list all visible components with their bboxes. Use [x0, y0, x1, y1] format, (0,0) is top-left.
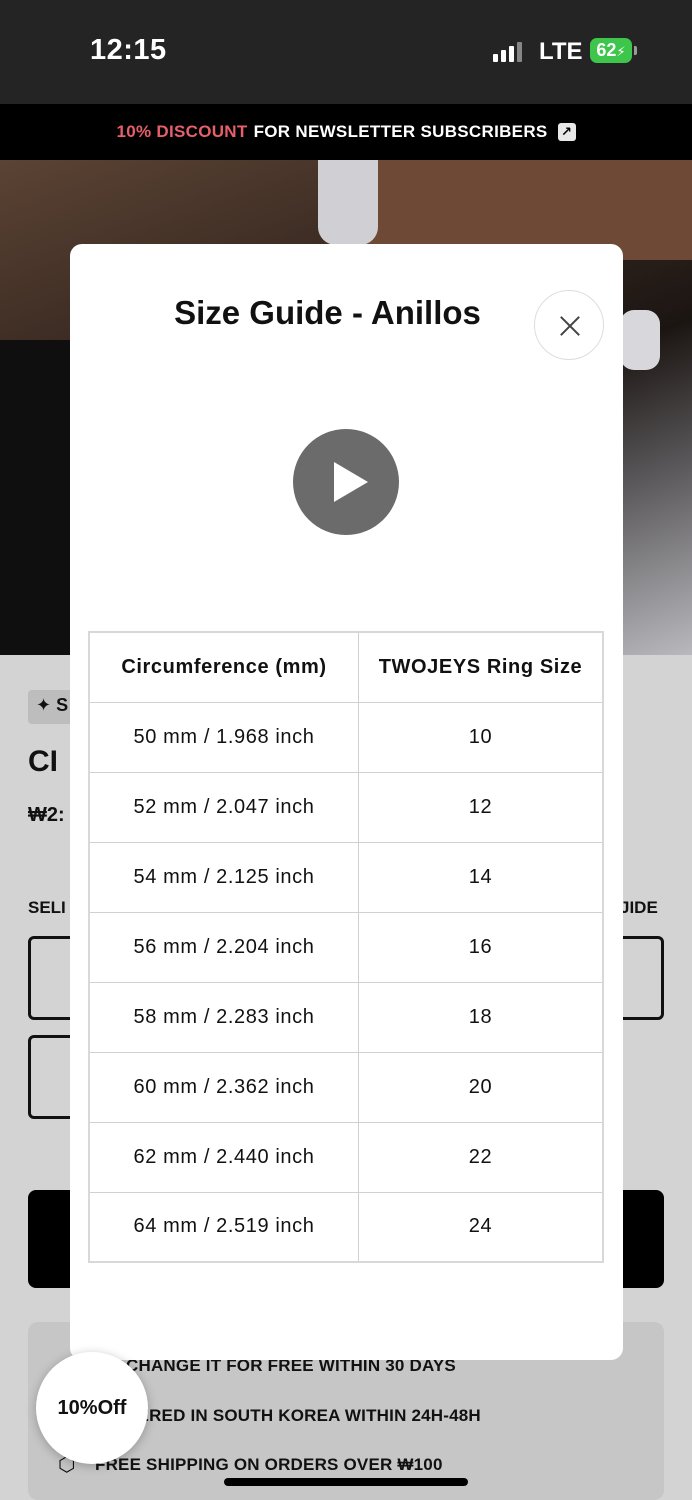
size-guide-modal: Size Guide - Anillos Circumference (mm) …	[70, 244, 623, 1360]
table-row: 56 mm / 2.204 inch 16	[88, 911, 604, 983]
cell-circumference: 54 mm / 2.125 inch	[88, 841, 359, 913]
product-image-ring-secondary	[620, 310, 660, 370]
cell-circumference: 50 mm / 1.968 inch	[88, 701, 359, 773]
battery-level: 62	[596, 40, 617, 60]
network-label: LTE	[539, 38, 583, 65]
cell-circumference: 62 mm / 2.440 inch	[88, 1121, 359, 1193]
signal-icon	[493, 42, 523, 62]
cell-ring-size: 24	[357, 1191, 604, 1263]
cell-ring-size: 20	[357, 1051, 604, 1123]
status-bar: 12:15 LTE 62⚡	[0, 0, 692, 104]
table-row: 54 mm / 2.125 inch 14	[88, 841, 604, 913]
cell-ring-size: 16	[357, 911, 604, 983]
info-delivery: VERED IN SOUTH KOREA WITHIN 24H-48H	[126, 1406, 481, 1425]
size-guide-link[interactable]: JIDE	[620, 898, 658, 918]
clock: 12:15	[90, 34, 167, 66]
header-ring-size: TWOJEYS Ring Size	[357, 631, 604, 703]
cell-circumference: 56 mm / 2.204 inch	[88, 911, 359, 983]
table-row: 58 mm / 2.283 inch 18	[88, 981, 604, 1053]
table-row: 64 mm / 2.519 inch 24	[88, 1191, 604, 1263]
header-circumference: Circumference (mm)	[88, 631, 359, 703]
table-header-row: Circumference (mm) TWOJEYS Ring Size	[88, 631, 604, 703]
product-image-ring	[318, 160, 378, 245]
announcement-bar[interactable]: 10% DISCOUNT FOR NEWSLETTER SUBSCRIBERS …	[0, 104, 692, 160]
home-indicator[interactable]	[224, 1478, 468, 1486]
product-price: ₩2:	[28, 804, 65, 826]
discount-bubble[interactable]: 10%Off	[36, 1352, 148, 1464]
product-title: CI	[28, 745, 58, 778]
cell-ring-size: 18	[357, 981, 604, 1053]
cell-ring-size: 12	[357, 771, 604, 843]
announcement-text: FOR NEWSLETTER SUBSCRIBERS	[253, 122, 548, 141]
info-shipping: FREE SHIPPING ON ORDERS OVER ₩100	[95, 1455, 443, 1474]
cell-ring-size: 22	[357, 1121, 604, 1193]
battery-icon: 62⚡	[590, 38, 632, 63]
table-row: 52 mm / 2.047 inch 12	[88, 771, 604, 843]
cell-ring-size: 14	[357, 841, 604, 913]
cell-circumference: 64 mm / 2.519 inch	[88, 1191, 359, 1263]
external-link-icon[interactable]: ↗	[557, 123, 576, 141]
play-icon[interactable]	[293, 429, 399, 535]
battery-tip	[634, 46, 637, 55]
table-row: 50 mm / 1.968 inch 10	[88, 701, 604, 773]
close-icon[interactable]	[534, 290, 604, 360]
cell-circumference: 60 mm / 2.362 inch	[88, 1051, 359, 1123]
cell-circumference: 58 mm / 2.283 inch	[88, 981, 359, 1053]
table-row: 60 mm / 2.362 inch 20	[88, 1051, 604, 1123]
announcement-highlight: 10% DISCOUNT	[116, 122, 248, 141]
select-size-label: SELI	[28, 898, 66, 917]
cell-ring-size: 10	[357, 701, 604, 773]
size-table: Circumference (mm) TWOJEYS Ring Size 50 …	[88, 631, 604, 1263]
table-row: 62 mm / 2.440 inch 22	[88, 1121, 604, 1193]
cell-circumference: 52 mm / 2.047 inch	[88, 771, 359, 843]
